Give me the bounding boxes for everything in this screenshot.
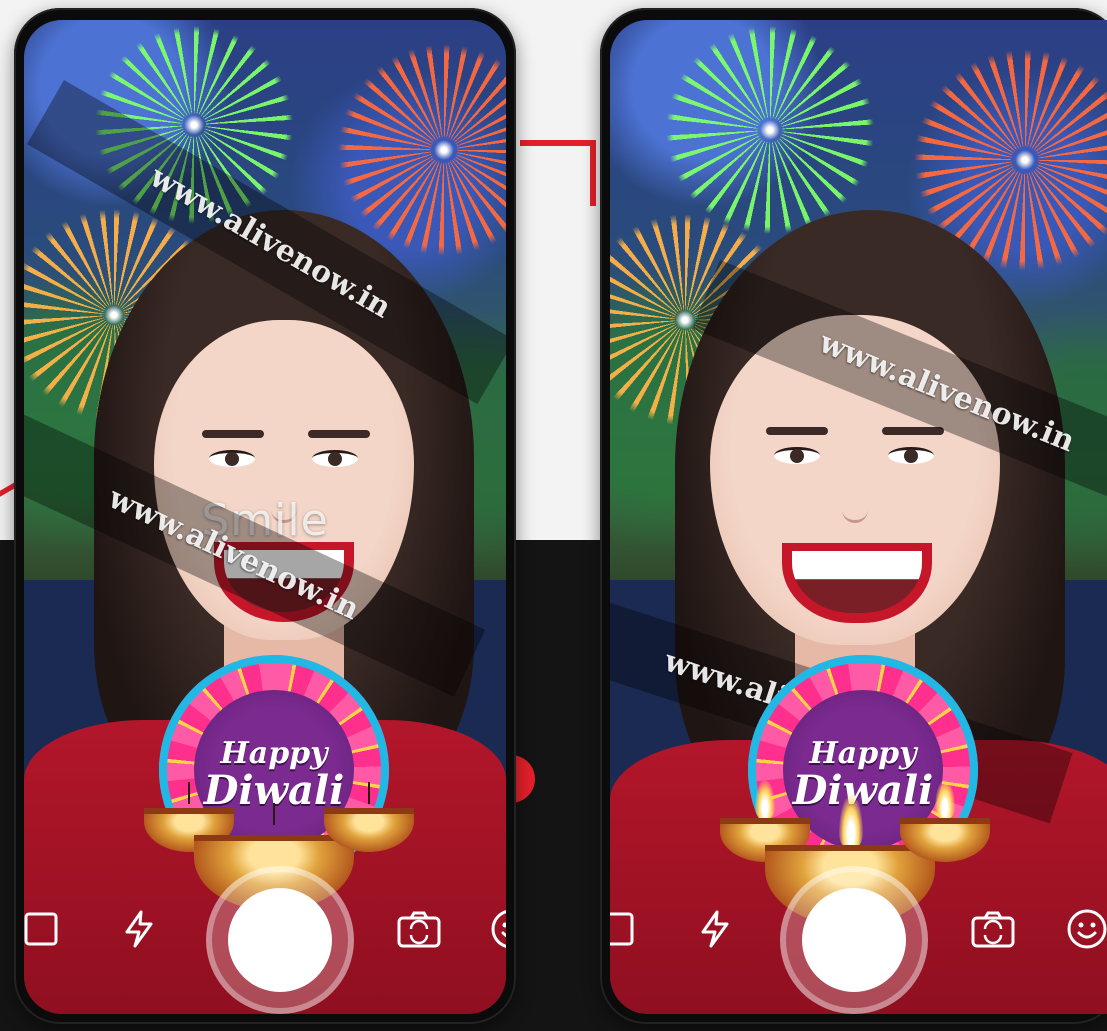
right-eyebrow (882, 427, 944, 435)
emoji-icon (491, 910, 506, 948)
left-eye (209, 450, 255, 467)
diya-wick (273, 803, 275, 825)
gallery-icon (610, 912, 634, 946)
flip-camera-icon[interactable] (966, 902, 1020, 956)
left-eye (774, 447, 820, 464)
right-eye (312, 450, 358, 467)
phone-left: Smile www.alivenow.in www.alivenow.in Ha… (14, 8, 516, 1024)
shutter-button-inner (802, 888, 906, 992)
camera-screen-right: www.alivenow.in www.alivenow.in Happy Di… (610, 20, 1107, 1014)
badge-happy-text: Happy (220, 736, 328, 771)
red-decor-top (520, 140, 596, 206)
right-eye (888, 447, 934, 464)
emoji-icon[interactable] (484, 902, 506, 956)
diya-wick (368, 782, 370, 804)
gallery-icon[interactable] (24, 902, 68, 956)
flash-icon[interactable] (688, 902, 742, 956)
mouth (782, 543, 932, 623)
flash-icon[interactable] (112, 902, 166, 956)
badge-happy-text: Happy (809, 736, 917, 771)
diya-right (900, 780, 990, 870)
left-eyebrow (766, 427, 828, 435)
flash-icon (701, 910, 729, 948)
flip-camera-icon (397, 911, 441, 948)
nose (842, 480, 868, 523)
gallery-icon[interactable] (610, 902, 644, 956)
gallery-icon (24, 912, 58, 946)
emoji-icon (1067, 909, 1107, 949)
badge-diwali-text: Diwali (792, 767, 934, 814)
flip-camera-icon[interactable] (392, 902, 446, 956)
right-eyebrow (308, 430, 370, 438)
shutter-button[interactable] (780, 866, 928, 1014)
shutter-button-inner (228, 888, 332, 992)
emoji-icon[interactable] (1060, 902, 1107, 956)
diya-bowl (324, 808, 414, 852)
flash-icon (125, 910, 153, 948)
camera-controls (610, 864, 1107, 1014)
flip-camera-icon (971, 911, 1015, 948)
diya-right (324, 782, 414, 860)
diya-wick (188, 782, 190, 804)
camera-controls (24, 864, 506, 1014)
camera-screen-left: Smile www.alivenow.in www.alivenow.in Ha… (24, 20, 506, 1014)
left-eyebrow (202, 430, 264, 438)
diya-bowl (900, 818, 990, 862)
phone-right: www.alivenow.in www.alivenow.in Happy Di… (600, 8, 1107, 1024)
shutter-button[interactable] (206, 866, 354, 1014)
